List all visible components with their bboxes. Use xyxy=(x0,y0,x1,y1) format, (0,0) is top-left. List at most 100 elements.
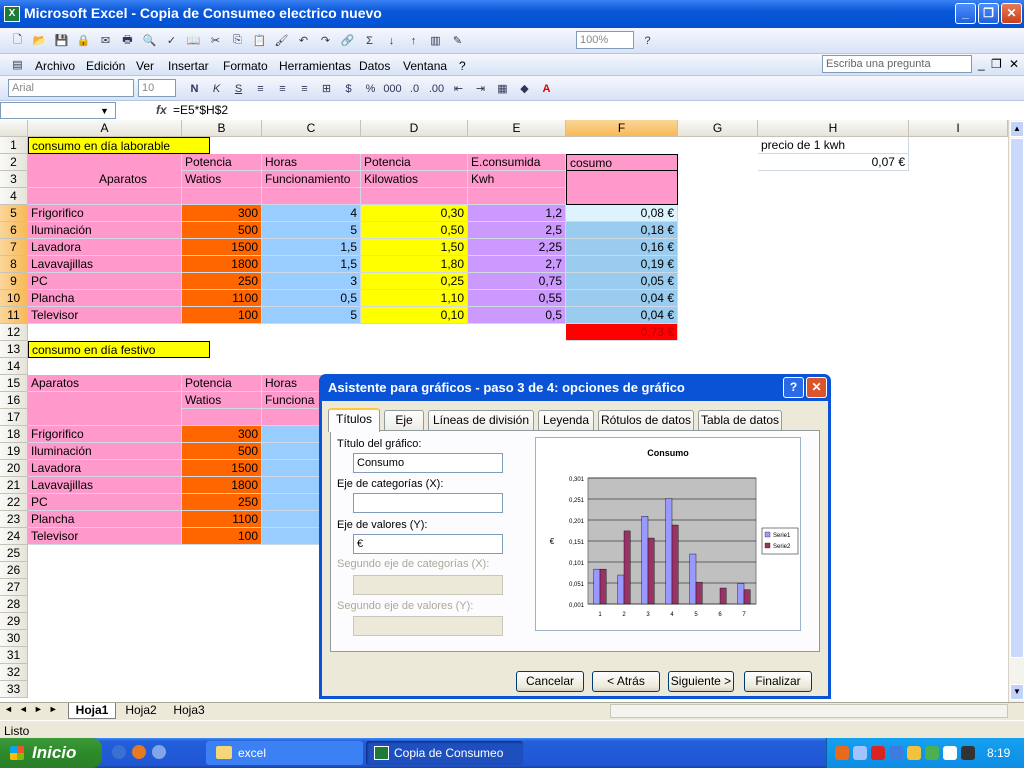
table1-cell[interactable]: 2,5 xyxy=(468,222,566,239)
tray-app-icon[interactable] xyxy=(835,746,849,760)
table1-cell[interactable]: 0,5 xyxy=(262,290,361,307)
table1-cell[interactable]: 100 xyxy=(182,307,262,324)
back-button[interactable]: < Atrás xyxy=(592,671,660,692)
table2-cell[interactable]: 1100 xyxy=(182,511,262,528)
table1-cell[interactable]: Lavavajillas xyxy=(28,256,182,273)
sort-desc-icon[interactable]: ↑ xyxy=(404,31,423,50)
increase-decimal-icon[interactable]: .0 xyxy=(405,79,424,98)
row-header[interactable]: 27 xyxy=(0,579,28,596)
table1-cell[interactable]: 2,7 xyxy=(468,256,566,273)
row-header[interactable]: 18 xyxy=(0,426,28,443)
underline-icon[interactable]: S xyxy=(229,79,248,98)
scroll-thumb[interactable] xyxy=(1010,138,1024,658)
hyperlink-icon[interactable]: 🔗 xyxy=(338,31,357,50)
table1-cell[interactable]: 5 xyxy=(262,222,361,239)
column-header-e[interactable]: E xyxy=(468,120,566,137)
font-size-select[interactable]: 10 xyxy=(138,79,176,97)
select-all-corner[interactable] xyxy=(0,120,28,137)
browser-icon[interactable] xyxy=(152,745,166,759)
row-header[interactable]: 17 xyxy=(0,409,28,426)
sheet-tab-hoja1[interactable]: Hoja1 xyxy=(68,703,116,719)
table2-cell[interactable]: Frigorifico xyxy=(28,426,182,443)
val-axis-input[interactable]: € xyxy=(353,534,503,554)
table2-cell[interactable]: Lavadora xyxy=(28,460,182,477)
cat-axis-input[interactable] xyxy=(353,493,503,513)
align-left-icon[interactable]: ≡ xyxy=(251,79,270,98)
column-header-c[interactable]: C xyxy=(262,120,361,137)
minimize-button[interactable]: _ xyxy=(955,3,976,24)
row-header[interactable]: 20 xyxy=(0,460,28,477)
row-header[interactable]: 2 xyxy=(0,154,28,171)
ie-icon[interactable] xyxy=(112,745,126,759)
column-header-g[interactable]: G xyxy=(678,120,758,137)
row-header[interactable]: 1 xyxy=(0,137,28,154)
table1-cell[interactable]: 1,2 xyxy=(468,205,566,222)
row-header[interactable]: 26 xyxy=(0,562,28,579)
percent-icon[interactable]: % xyxy=(361,79,380,98)
cell-a15[interactable]: Aparatos xyxy=(28,375,182,392)
cell-e2[interactable]: E.consumida xyxy=(468,154,566,171)
fill-color-icon[interactable]: ◆ xyxy=(515,79,534,98)
menu-ver[interactable]: Ver xyxy=(136,59,154,73)
print-preview-icon[interactable]: 🔍 xyxy=(140,31,159,50)
row-header[interactable]: 19 xyxy=(0,443,28,460)
row-header[interactable]: 3 xyxy=(0,171,28,188)
cell-a1[interactable]: consumo en día laborable xyxy=(28,137,210,154)
dialog-close-button[interactable]: ✕ xyxy=(806,377,827,398)
paste-icon[interactable]: 📋 xyxy=(250,31,269,50)
row-header[interactable]: 7 xyxy=(0,239,28,256)
row-header[interactable]: 8 xyxy=(0,256,28,273)
table1-cell[interactable]: 500 xyxy=(182,222,262,239)
table1-cell[interactable]: 300 xyxy=(182,205,262,222)
restore-button[interactable]: ❐ xyxy=(978,3,999,24)
table1-cell[interactable]: 0,16 € xyxy=(566,239,678,256)
table2-cell[interactable]: 500 xyxy=(182,443,262,460)
save-icon[interactable]: 💾 xyxy=(52,31,71,50)
permission-icon[interactable]: 🔒 xyxy=(74,31,93,50)
network-icon[interactable] xyxy=(925,746,939,760)
table1-cell[interactable]: 0,5 xyxy=(468,307,566,324)
row-header[interactable]: 14 xyxy=(0,358,28,375)
table1-cell[interactable]: 1100 xyxy=(182,290,262,307)
doc-minimize-button[interactable]: _ xyxy=(978,57,985,71)
undo-icon[interactable]: ↶ xyxy=(294,31,313,50)
table2-cell[interactable]: Televisor xyxy=(28,528,182,545)
table1-cell[interactable]: 0,19 € xyxy=(566,256,678,273)
italic-icon[interactable]: K xyxy=(207,79,226,98)
cell-h1[interactable]: precio de 1 kwh xyxy=(758,137,909,154)
font-name-select[interactable]: Arial xyxy=(8,79,134,97)
table1-cell[interactable]: Plancha xyxy=(28,290,182,307)
table1-cell[interactable]: 1500 xyxy=(182,239,262,256)
table2-cell[interactable]: PC xyxy=(28,494,182,511)
close-button[interactable]: ✕ xyxy=(1001,3,1022,24)
menu-ventana[interactable]: Ventana xyxy=(403,59,447,73)
row-header[interactable]: 21 xyxy=(0,477,28,494)
currency-icon[interactable]: $ xyxy=(339,79,358,98)
table1-cell[interactable]: 0,18 € xyxy=(566,222,678,239)
cell-b3[interactable]: Watios xyxy=(182,171,262,188)
open-icon[interactable]: 📂 xyxy=(30,31,49,50)
table2-cell[interactable]: 300 xyxy=(182,426,262,443)
row-header[interactable]: 16 xyxy=(0,392,28,409)
redo-icon[interactable]: ↷ xyxy=(316,31,335,50)
table2-cell[interactable]: 100 xyxy=(182,528,262,545)
menu-herramientas[interactable]: Herramientas xyxy=(279,59,351,73)
row-header[interactable]: 25 xyxy=(0,545,28,562)
table1-cell[interactable]: 4 xyxy=(262,205,361,222)
row-header[interactable]: 15 xyxy=(0,375,28,392)
tab-tabla-datos[interactable]: Tabla de datos xyxy=(698,410,782,430)
cell-d3[interactable]: Kilowatios xyxy=(361,171,468,188)
new-icon[interactable]: 🗋 xyxy=(8,31,27,50)
table1-cell[interactable]: 0,04 € xyxy=(566,290,678,307)
table1-cell[interactable]: 0,05 € xyxy=(566,273,678,290)
chart-wizard-icon[interactable]: ▥ xyxy=(426,31,445,50)
row-header[interactable]: 5 xyxy=(0,205,28,222)
column-header-h[interactable]: H xyxy=(758,120,909,137)
table1-cell[interactable]: 250 xyxy=(182,273,262,290)
cell-f12-total[interactable]: 0,73 € xyxy=(566,324,678,341)
font-color-icon[interactable]: A xyxy=(537,79,556,98)
column-header-a[interactable]: A xyxy=(28,120,182,137)
table1-cell[interactable]: PC xyxy=(28,273,182,290)
table2-cell[interactable]: 1800 xyxy=(182,477,262,494)
column-header-f[interactable]: F xyxy=(566,120,678,137)
